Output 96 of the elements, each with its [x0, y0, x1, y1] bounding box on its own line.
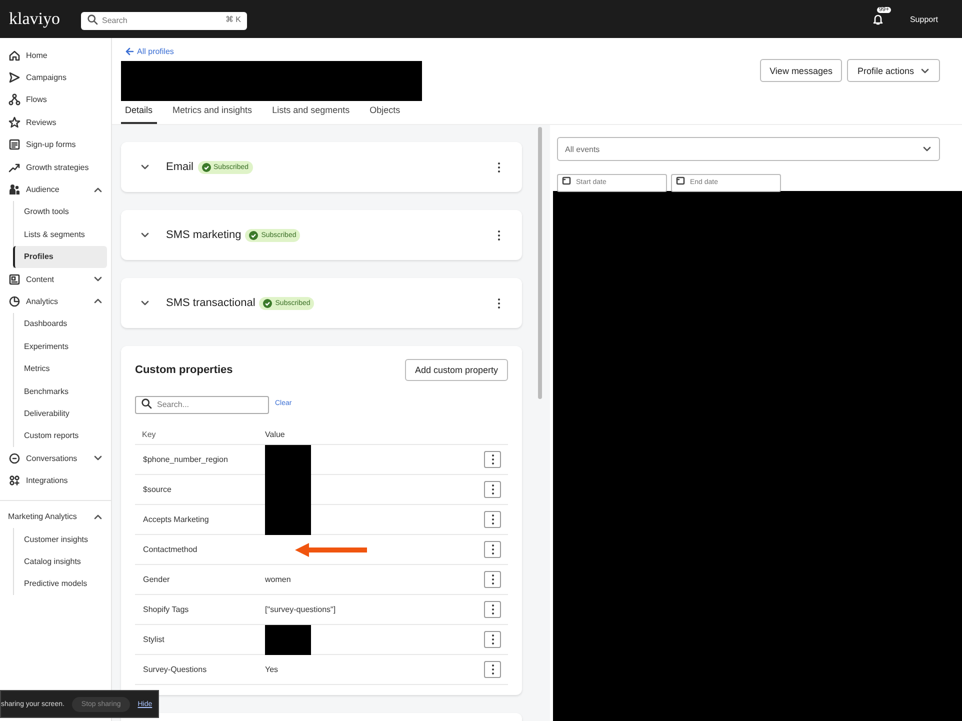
table-cell: ["survey-questions"]	[265, 605, 336, 614]
tab[interactable]: Objects	[366, 103, 404, 124]
check-circle-icon	[202, 162, 211, 172]
star-icon	[8, 116, 21, 129]
klaviyo-logo: klaviyo	[9, 9, 61, 29]
more-button[interactable]	[484, 481, 501, 498]
tab[interactable]: Metrics and insights	[168, 103, 256, 124]
flow-icon	[8, 93, 21, 106]
house-icon	[8, 48, 21, 62]
more-vertical-icon	[490, 544, 494, 555]
table-cell-text: Survey-Questions	[142, 665, 208, 674]
back-link[interactable]: All profiles	[125, 45, 174, 57]
sidebar-item[interactable]: Conversations	[0, 447, 111, 470]
apps-icon	[8, 474, 21, 488]
sidebar-item[interactable]: Analytics	[0, 290, 111, 313]
more-vertical-icon	[490, 664, 494, 675]
sidebar-item[interactable]: Profiles	[13, 246, 107, 268]
more-vertical-icon	[497, 230, 501, 240]
section-title: Custom properties	[135, 364, 233, 376]
table-cell-text: Contactmethod	[142, 545, 198, 554]
more-vertical-icon	[490, 454, 494, 465]
more-button[interactable]	[484, 511, 501, 528]
sidebar-item[interactable]: Deliverability	[14, 402, 107, 425]
sidebar-item[interactable]: Home	[0, 44, 111, 66]
table-cell-text: Gender	[142, 575, 171, 584]
pie-chart-icon	[8, 294, 21, 308]
chevron-down-icon	[922, 144, 932, 154]
table-cell-text: $phone_number_region	[142, 455, 229, 464]
more-vertical-icon	[490, 484, 494, 495]
arrow-left-icon	[125, 46, 134, 56]
button[interactable]: View messages	[760, 59, 842, 82]
more-vertical-icon	[490, 634, 494, 645]
channel-name: SMS transactional	[166, 297, 256, 309]
column-header: Value	[265, 430, 285, 438]
sidebar-item[interactable]: Reviews	[0, 111, 111, 134]
sidebar-item[interactable]: Sign-up forms	[0, 134, 111, 156]
add-property-button[interactable]: Add custom property	[404, 359, 508, 381]
content-icon	[8, 272, 21, 286]
sidebar-item[interactable]: Metrics	[14, 357, 107, 380]
sidebar-item[interactable]: Dashboards	[14, 312, 107, 336]
chevron-down-icon	[140, 162, 150, 172]
sidebar-item[interactable]: Campaigns	[0, 66, 111, 89]
search-icon	[87, 14, 98, 24]
more-button[interactable]	[484, 601, 501, 618]
sidebar-item[interactable]: Flows	[0, 88, 111, 112]
bell-icon	[872, 13, 884, 25]
check-circle-icon	[249, 230, 258, 240]
more-vertical-icon	[490, 574, 494, 585]
more-vertical-icon	[497, 298, 501, 308]
support-link[interactable]: Support	[910, 14, 938, 24]
events-dropdown[interactable]: All events	[557, 137, 940, 161]
people-icon	[8, 183, 21, 196]
more-button[interactable]	[484, 661, 501, 678]
more-vertical-icon	[490, 604, 494, 615]
table-cell-text: Shopify Tags	[142, 605, 190, 614]
more-button[interactable]	[484, 631, 501, 648]
more-button[interactable]	[484, 571, 501, 588]
more-button[interactable]	[484, 541, 501, 558]
more-vertical-icon	[497, 162, 501, 172]
channel-name: SMS marketing	[166, 229, 242, 241]
table-cell: women	[265, 575, 291, 584]
sidebar-item[interactable]: Catalog insights	[14, 550, 107, 573]
channel-name: Email	[166, 161, 194, 173]
shortcut-hint: ⌘ K	[225, 15, 241, 24]
calendar-icon	[676, 176, 685, 184]
sidebar-item[interactable]: Lists & segments	[14, 223, 107, 246]
check-circle-icon	[263, 298, 272, 308]
send-icon	[8, 71, 21, 84]
table-cell-text: Accepts Marketing	[142, 515, 210, 524]
sidebar-item[interactable]: Experiments	[14, 335, 107, 358]
table-cell-text: Stylist	[142, 635, 166, 644]
chevron-down-icon	[140, 298, 150, 308]
section-header[interactable]: Marketing Analytics	[0, 506, 111, 528]
calendar-icon	[562, 176, 571, 184]
more-vertical-icon	[490, 514, 494, 525]
column-header: Key	[141, 430, 157, 438]
search-field[interactable]: Search...	[135, 396, 269, 414]
table-cell-text: $source	[142, 485, 172, 494]
sidebar-item[interactable]: Predictive models	[14, 572, 107, 595]
tab[interactable]: Details	[121, 103, 157, 124]
tab[interactable]: Lists and segments	[268, 103, 354, 124]
sidebar-item[interactable]: Audience	[0, 178, 111, 201]
button[interactable]: Profile actions	[847, 59, 940, 82]
sidebar-item[interactable]: Growth strategies	[0, 156, 111, 178]
sidebar-item[interactable]: Customer insights	[14, 528, 107, 550]
scrollbar-thumb[interactable]	[538, 127, 542, 399]
chevron-down-icon	[140, 230, 150, 240]
sidebar-item[interactable]: Content	[0, 268, 111, 290]
sidebar-item[interactable]: Growth tools	[14, 200, 107, 224]
sidebar-item[interactable]: Integrations	[0, 469, 111, 492]
sidebar-item[interactable]: Custom reports	[14, 424, 107, 448]
more-button[interactable]	[484, 451, 501, 468]
form-icon	[8, 138, 21, 152]
search-icon	[141, 398, 152, 408]
sidebar-item[interactable]: Benchmarks	[14, 380, 107, 402]
table-cell: Yes	[265, 665, 278, 674]
